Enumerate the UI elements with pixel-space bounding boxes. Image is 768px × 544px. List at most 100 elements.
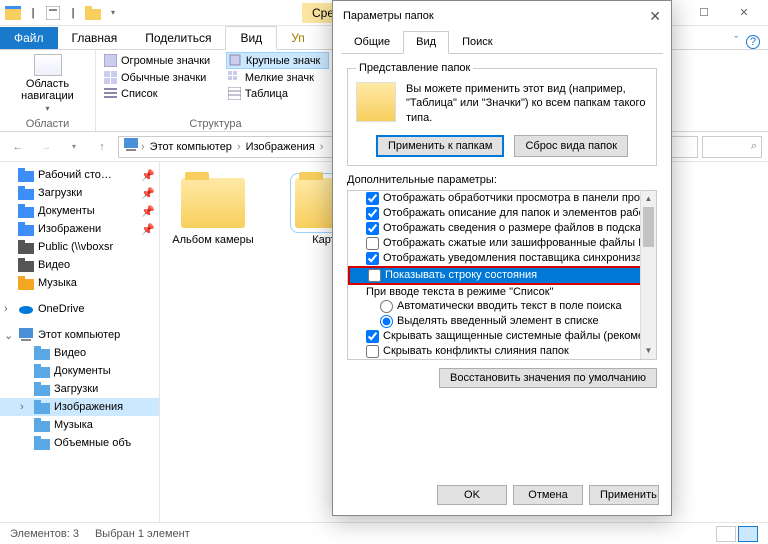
adv-checkbox[interactable]	[366, 252, 379, 265]
nav-pane-label: Область навигации	[10, 78, 85, 102]
layout-large[interactable]: Крупные значк	[226, 52, 329, 69]
dialog-body: Представление папок Вы можете применить …	[333, 54, 671, 396]
adv-checkbox[interactable]	[366, 207, 379, 220]
nav-pane-button[interactable]: Область навигации ▾	[6, 52, 89, 115]
tree-item[interactable]: Видео	[0, 344, 159, 362]
help-icon[interactable]: ?	[746, 35, 760, 49]
folder-item[interactable]: Альбом камеры	[168, 178, 258, 506]
tree-item[interactable]: Музыка	[0, 416, 159, 434]
adv-row[interactable]: Скрывать конфликты слияния папок	[348, 344, 656, 359]
adv-checkbox[interactable]	[366, 222, 379, 235]
adv-checkbox[interactable]	[368, 269, 381, 282]
qat-dropdown-icon[interactable]: ▾	[104, 4, 122, 22]
layout-normal[interactable]: Обычные значки	[102, 70, 218, 85]
layout-gallery[interactable]: Огромные значки Крупные значк Обычные зн…	[102, 52, 329, 101]
tree-item[interactable]: Загрузки📌	[0, 184, 159, 202]
scroll-down-icon[interactable]: ▼	[641, 343, 656, 359]
folder-label: Альбом камеры	[172, 234, 253, 246]
folder-icon	[18, 222, 34, 236]
qat-folder-icon[interactable]	[84, 4, 102, 22]
folder-icon	[18, 276, 34, 290]
dialog-tab-general[interactable]: Общие	[341, 31, 403, 53]
recent-button[interactable]: ▾	[62, 135, 86, 159]
folder-views-group: Представление папок Вы можете применить …	[347, 62, 657, 166]
view-icons-button[interactable]	[738, 526, 758, 542]
dialog-tab-search[interactable]: Поиск	[449, 31, 505, 53]
layout-list[interactable]: Список	[102, 86, 218, 101]
adv-label: При вводе текста в режиме "Список"	[366, 286, 553, 298]
tree-item[interactable]: Загрузки	[0, 380, 159, 398]
tab-context[interactable]: Уп	[277, 27, 319, 49]
adv-row[interactable]: Отображать описание для папок и элементо…	[348, 206, 656, 221]
tree-onedrive[interactable]: ›OneDrive	[0, 300, 159, 318]
scroll-thumb[interactable]	[643, 207, 654, 247]
tree-item[interactable]: Документы📌	[0, 202, 159, 220]
reset-folders-button[interactable]: Сброс вида папок	[514, 135, 628, 157]
tab-view[interactable]: Вид	[225, 26, 277, 50]
layout-huge[interactable]: Огромные значки	[102, 52, 218, 69]
cancel-button[interactable]: Отмена	[513, 485, 583, 505]
adv-checkbox[interactable]	[366, 345, 379, 358]
scroll-up-icon[interactable]: ▲	[641, 191, 656, 207]
tree-item[interactable]: Видео	[0, 256, 159, 274]
crumb-pc[interactable]: Этот компьютер	[147, 141, 235, 153]
advanced-list[interactable]: ▲ ▼ Отображать обработчики просмотра в п…	[347, 190, 657, 360]
tree-pc[interactable]: ⌄Этот компьютер	[0, 326, 159, 344]
adv-row[interactable]: Отображать обработчики просмотра в панел…	[348, 191, 656, 206]
adv-radio[interactable]	[380, 300, 393, 313]
tab-home[interactable]: Главная	[58, 27, 132, 49]
layout-table[interactable]: Таблица	[226, 86, 329, 101]
layout-small[interactable]: Мелкие значк	[226, 70, 329, 85]
tree-item[interactable]: ›Изображения	[0, 398, 159, 416]
status-bar: Элементов: 3 Выбран 1 элемент	[0, 522, 768, 544]
tab-file[interactable]: Файл	[0, 27, 58, 49]
adv-row[interactable]: Отображать уведомления поставщика синхро…	[348, 251, 656, 266]
apply-to-folders-button[interactable]: Применить к папкам	[376, 135, 505, 157]
restore-defaults-button[interactable]: Восстановить значения по умолчанию	[439, 368, 657, 388]
crumb-pictures[interactable]: Изображения	[243, 141, 318, 153]
back-button[interactable]: ←	[6, 135, 30, 159]
ok-button[interactable]: OK	[437, 485, 507, 505]
adv-row[interactable]: Скрывать защищенные системные файлы (рек…	[348, 329, 656, 344]
folder-icon	[34, 436, 50, 450]
adv-checkbox[interactable]	[366, 330, 379, 343]
tree-item[interactable]: Объемные объ	[0, 434, 159, 452]
group-label-layout: Структура	[96, 118, 335, 130]
adv-row[interactable]: Показывать строку состояния	[350, 268, 654, 283]
folder-large-icon	[181, 178, 245, 228]
advanced-label: Дополнительные параметры:	[347, 174, 657, 186]
forward-button[interactable]: →	[34, 135, 58, 159]
folder-icon	[18, 258, 34, 272]
app-icon[interactable]	[4, 4, 22, 22]
adv-row[interactable]: Отображать сжатые или зашифрованные файл…	[348, 236, 656, 251]
up-button[interactable]: ↑	[90, 135, 114, 159]
view-details-button[interactable]	[716, 526, 736, 542]
adv-row[interactable]: Отображать сведения о размере файлов в п…	[348, 221, 656, 236]
ribbon-collapse-icon[interactable]: ˇ	[734, 35, 738, 49]
adv-checkbox[interactable]	[366, 237, 379, 250]
quick-access-toolbar: | | ▾	[4, 4, 122, 22]
search-box[interactable]: ⌕	[702, 136, 762, 158]
tab-share[interactable]: Поделиться	[131, 27, 225, 49]
adv-checkbox[interactable]	[366, 192, 379, 205]
scrollbar[interactable]: ▲ ▼	[640, 191, 656, 359]
dialog-close-button[interactable]: ✕	[649, 8, 661, 25]
dialog-tab-view[interactable]: Вид	[403, 31, 449, 54]
nav-tree[interactable]: Рабочий сто…📌Загрузки📌Документы📌Изображе…	[0, 162, 160, 522]
close-button[interactable]: ✕	[724, 0, 764, 26]
tree-item[interactable]: Рабочий сто…📌	[0, 166, 159, 184]
folder-icon	[34, 346, 50, 360]
adv-radio[interactable]	[380, 315, 393, 328]
adv-row[interactable]: При вводе текста в режиме "Список"	[348, 285, 656, 299]
tree-item[interactable]: Документы	[0, 362, 159, 380]
apply-button[interactable]: Применить	[589, 485, 659, 505]
maximize-button[interactable]: ☐	[684, 0, 724, 26]
tree-item[interactable]: Изображени📌	[0, 220, 159, 238]
adv-row[interactable]: Выделять введенный элемент в списке	[348, 314, 656, 329]
qat-props-icon[interactable]	[44, 4, 62, 22]
adv-row[interactable]: Автоматически вводить текст в поле поиск…	[348, 299, 656, 314]
tree-item[interactable]: Музыка	[0, 274, 159, 292]
adv-label: Отображать описание для папок и элементо…	[383, 207, 656, 219]
tree-item[interactable]: Public (\\vboxsr	[0, 238, 159, 256]
onedrive-icon	[18, 302, 34, 316]
